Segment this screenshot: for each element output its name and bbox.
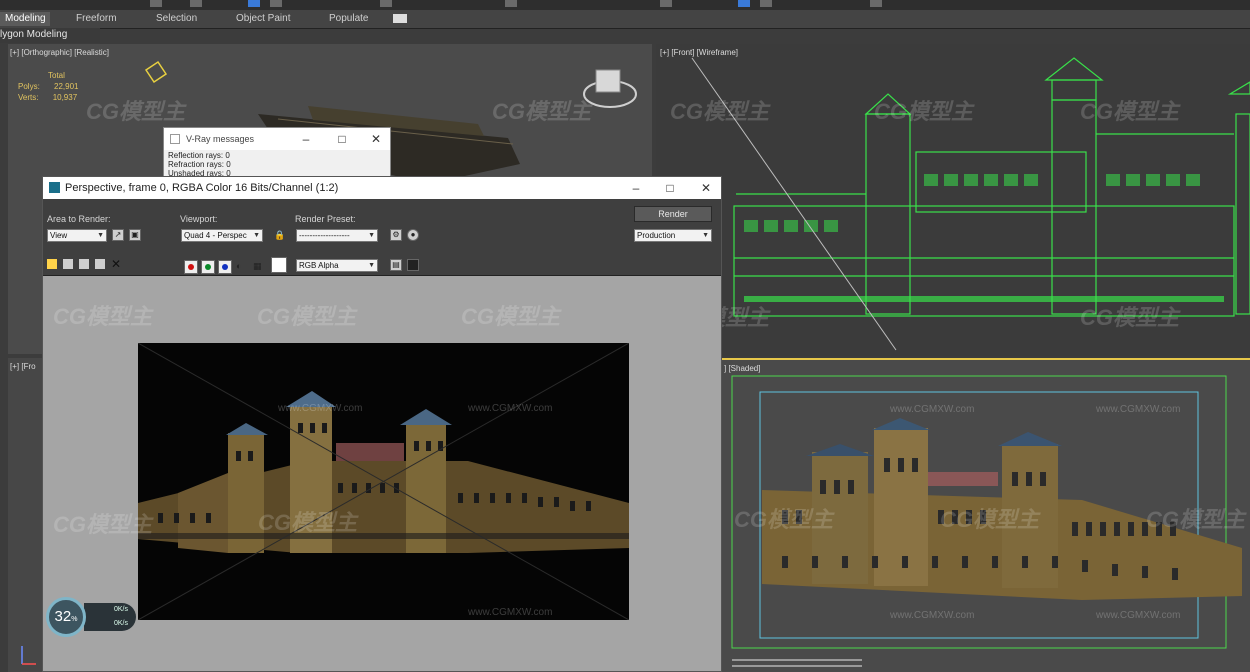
close-icon[interactable]: ✕ — [368, 131, 384, 147]
area-to-render-label: Area to Render: — [47, 214, 111, 224]
viewport-select[interactable]: Quad 4 - Perspec ▼ — [181, 229, 263, 242]
chevron-down-icon: ▼ — [368, 232, 375, 239]
render-preset-select[interactable]: ------------------- ▼ — [296, 229, 378, 242]
light-gizmo-icon — [144, 60, 168, 84]
color-swatch[interactable] — [271, 257, 287, 273]
production-select[interactable]: Production ▼ — [634, 229, 712, 242]
toggle-ui-overlay-icon[interactable]: ▤ — [390, 259, 402, 271]
layer-icon[interactable] — [738, 0, 750, 7]
select-tool-icon[interactable] — [150, 0, 162, 7]
minimize-icon[interactable]: – — [298, 131, 314, 147]
render-title: Perspective, frame 0, RGBA Color 16 Bits… — [65, 182, 339, 194]
red-channel-toggle[interactable] — [184, 260, 198, 274]
watermark: CG模型主 — [257, 304, 357, 329]
area-to-render-select[interactable]: View ▼ — [47, 229, 107, 242]
progress-percent: 32 — [54, 608, 72, 625]
polygon-modeling-label[interactable]: lygon Modeling — [0, 29, 67, 40]
axis-gizmo-icon — [21, 646, 36, 665]
clone-window-icon[interactable] — [79, 259, 89, 269]
ground-grid — [732, 659, 862, 667]
render-preset-value: ------------------- — [299, 231, 350, 240]
monochrome-icon[interactable]: ▦ — [253, 261, 262, 272]
vray-message-line: Refraction rays: 0 — [168, 160, 231, 169]
tab-selection[interactable]: Selection — [156, 12, 197, 26]
chevron-down-icon: ▼ — [253, 232, 260, 239]
window-app-icon — [170, 134, 180, 144]
tab-populate[interactable]: Populate — [329, 12, 368, 26]
tab-freeform[interactable]: Freeform — [76, 12, 117, 26]
render-preset-label: Render Preset: — [295, 214, 356, 224]
lock-icon[interactable]: 🔒 — [274, 230, 285, 240]
front-windows — [744, 174, 1224, 302]
save-image-icon[interactable] — [47, 259, 57, 269]
watermark: CG模型主 — [53, 304, 153, 329]
upload-rate: 0K/s — [113, 606, 128, 613]
display-channel-select[interactable]: RGB Alpha ▼ — [296, 259, 378, 272]
mirror-icon[interactable] — [505, 0, 517, 7]
render-toolbar: Area to Render: View ▼ ↗ ▣ Viewport: Quad… — [43, 199, 721, 276]
front-wireframe — [691, 57, 1250, 351]
shaded-building — [762, 418, 1242, 600]
rendered-image: www.CGMXW.com www.CGMXW.com CG模型主 www.CG… — [138, 343, 629, 620]
viewport-label: Viewport: — [180, 214, 218, 224]
render-setup-icon[interactable]: ⚙ — [390, 229, 402, 241]
rotate-icon[interactable] — [270, 0, 282, 7]
environment-icon[interactable]: ● — [407, 229, 419, 241]
auto-region-icon[interactable]: ▣ — [129, 229, 141, 241]
progress-ring: 32% — [46, 597, 86, 637]
shaded-scene — [731, 375, 1242, 667]
snap-icon[interactable] — [380, 0, 392, 7]
display-channel-value: RGB Alpha — [299, 261, 339, 270]
progress-widget: 0K/s 0K/s 32% — [46, 597, 136, 637]
vray-message-log: Reflection rays: 0 Refraction rays: 0 Un… — [164, 150, 390, 179]
window-app-icon — [49, 182, 60, 193]
viewport-label-left[interactable]: [+] [Fro — [10, 362, 36, 371]
green-channel-toggle[interactable] — [201, 260, 215, 274]
download-rate: 0K/s — [113, 620, 128, 627]
tab-object-paint[interactable]: Object Paint — [236, 12, 290, 26]
blue-channel-toggle[interactable] — [218, 260, 232, 274]
render-setup-icon[interactable] — [870, 0, 882, 7]
vray-title-bar[interactable]: V-Ray messages – □ ✕ — [164, 128, 390, 150]
print-icon[interactable] — [95, 259, 105, 269]
render-title-bar[interactable]: Perspective, frame 0, RGBA Color 16 Bits… — [43, 177, 721, 199]
production-value: Production — [637, 231, 676, 240]
chevron-down-icon: ▼ — [702, 232, 709, 239]
clear-icon[interactable]: ✕ — [111, 257, 121, 271]
chevron-down-icon: ▼ — [368, 262, 375, 269]
alpha-toggle-icon[interactable]: ◐ — [236, 261, 241, 271]
ribbon-options-icon[interactable] — [393, 14, 407, 23]
viewcube-icon — [583, 69, 637, 108]
viewport-front[interactable]: [+] [Front] [Wireframe] CG模型主 CG模型主 CG模型… — [656, 44, 1250, 356]
close-icon[interactable]: ✕ — [698, 180, 714, 196]
region-icon[interactable] — [190, 0, 202, 7]
edit-region-icon[interactable]: ↗ — [112, 229, 124, 241]
vray-messages-window[interactable]: V-Ray messages – □ ✕ Reflection rays: 0 … — [163, 127, 391, 182]
maximize-icon[interactable]: □ — [662, 180, 678, 196]
minimize-icon[interactable]: – — [628, 180, 644, 196]
watermark: CG模型主 — [461, 304, 561, 329]
curve-editor-icon[interactable] — [760, 0, 772, 7]
vray-message-line: Reflection rays: 0 — [168, 151, 230, 160]
viewport-shaded[interactable]: ] [Shaded] www.CGMXW.com www.CGMXW.com C… — [722, 358, 1250, 672]
sub-ribbon: lygon Modeling — [0, 28, 100, 43]
chevron-down-icon: ▼ — [97, 232, 104, 239]
align-icon[interactable] — [660, 0, 672, 7]
rendered-building — [138, 343, 629, 620]
maximize-icon[interactable]: □ — [334, 131, 350, 147]
area-to-render-value: View — [50, 231, 68, 240]
rendered-frame-window[interactable]: Perspective, frame 0, RGBA Color 16 Bits… — [42, 176, 722, 672]
tab-modeling[interactable]: Modeling — [0, 12, 50, 26]
render-button[interactable]: Render — [634, 206, 712, 222]
copy-image-icon[interactable] — [63, 259, 73, 269]
ribbon: Modeling Freeform Selection Object Paint… — [0, 10, 1250, 29]
toggle-ui-icon[interactable] — [407, 259, 419, 271]
progress-percent-unit: % — [71, 616, 78, 623]
viewport-value: Quad 4 - Perspec — [184, 231, 247, 240]
vray-title: V-Ray messages — [186, 134, 255, 144]
network-speed-panel: 0K/s 0K/s — [84, 603, 136, 631]
move-icon[interactable] — [248, 0, 260, 7]
